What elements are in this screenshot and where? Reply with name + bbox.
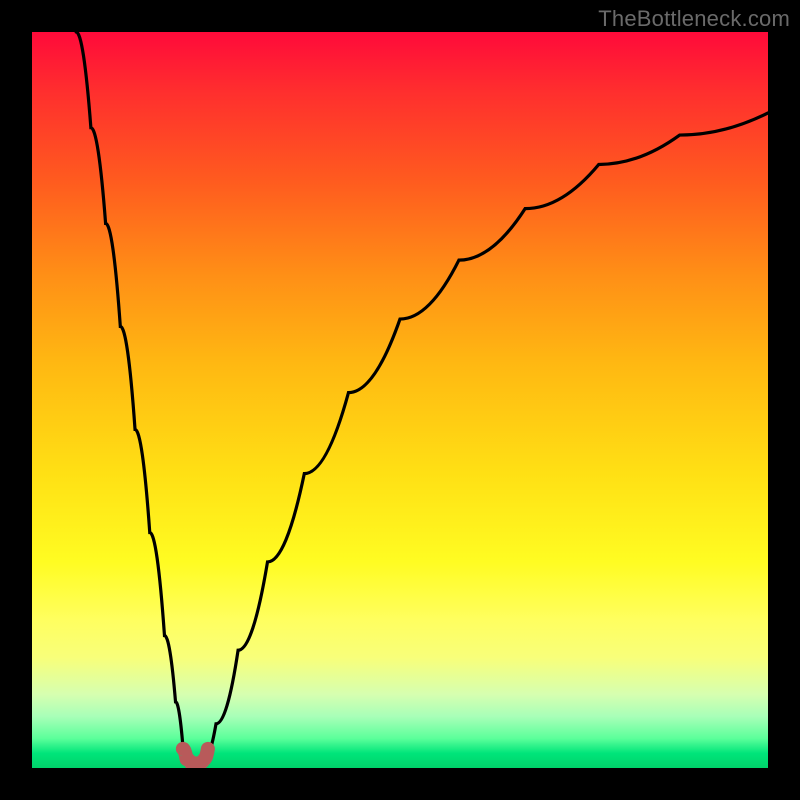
plot-area (32, 32, 768, 768)
chart-svg (32, 32, 768, 768)
left-branch-curve (76, 32, 189, 762)
nub-curve (183, 749, 208, 764)
watermark-text: TheBottleneck.com (598, 6, 790, 32)
right-branch-curve (203, 113, 768, 762)
